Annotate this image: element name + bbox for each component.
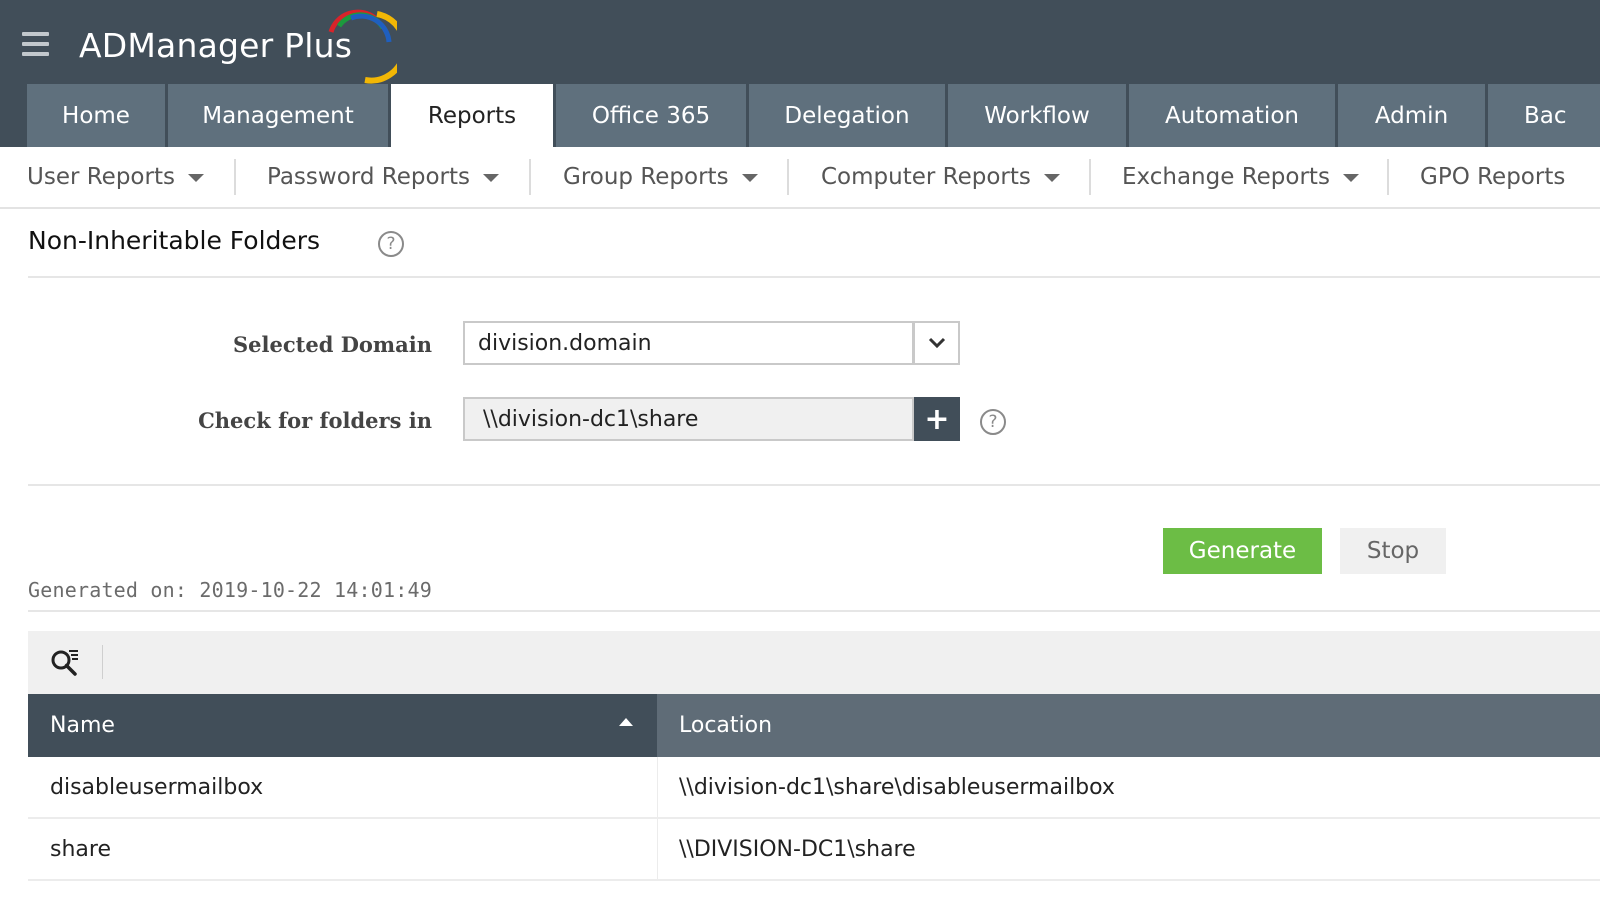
app-name: ADManager Plus (79, 26, 353, 65)
report-divider (28, 610, 1600, 612)
subnav-label: Computer Reports (821, 164, 1031, 190)
table-row[interactable]: disableusermailbox \\division-dc1\share\… (28, 757, 1600, 819)
tab-automation[interactable]: Automation (1129, 84, 1335, 147)
title-divider (28, 276, 1600, 278)
report-category-nav: User Reports Password Reports Group Repo… (0, 147, 1600, 209)
caret-down-icon (1342, 174, 1359, 182)
caret-down-icon (187, 174, 204, 182)
cell-name: share (50, 836, 111, 862)
column-label: Name (50, 713, 115, 738)
folder-path-input[interactable]: \\division-dc1\share (463, 397, 914, 441)
table-toolbar (28, 631, 1600, 694)
tab-backup[interactable]: Bac (1488, 84, 1600, 147)
subnav-label: Password Reports (267, 164, 470, 190)
divider (234, 159, 236, 195)
main-tab-bar: Home Management Reports Office 365 Deleg… (27, 84, 1600, 147)
caret-down-icon (741, 174, 758, 182)
search-filter-icon[interactable] (50, 648, 80, 678)
top-header: ADManager Plus Home Management Reports O… (0, 0, 1600, 147)
cell-location: \\DIVISION-DC1\share (679, 836, 916, 862)
domain-select[interactable]: division.domain (463, 321, 914, 365)
subnav-group-reports[interactable]: Group Reports (563, 147, 758, 207)
cell-location: \\division-dc1\share\disableusermailbox (679, 774, 1115, 800)
caret-down-icon (482, 174, 499, 182)
table-row[interactable]: share \\DIVISION-DC1\share (28, 819, 1600, 881)
generated-on-timestamp: Generated on: 2019-10-22 14:01:49 (28, 578, 432, 602)
help-icon[interactable]: ? (378, 231, 404, 257)
cell-name: disableusermailbox (50, 774, 264, 800)
subnav-password-reports[interactable]: Password Reports (267, 147, 499, 207)
subnav-label: User Reports (27, 164, 175, 190)
stop-button[interactable]: Stop (1340, 528, 1446, 574)
column-header-location[interactable]: Location (657, 694, 1600, 757)
subnav-exchange-reports[interactable]: Exchange Reports (1122, 147, 1359, 207)
tab-home[interactable]: Home (27, 84, 165, 147)
divider (1089, 159, 1091, 195)
tab-office-365[interactable]: Office 365 (556, 84, 746, 147)
subnav-computer-reports[interactable]: Computer Reports (821, 147, 1060, 207)
logo-arc-icon (328, 9, 397, 84)
divider (529, 159, 531, 195)
divider (787, 159, 789, 195)
tab-delegation[interactable]: Delegation (749, 84, 945, 147)
tab-management[interactable]: Management (168, 84, 388, 147)
check-folders-label: Check for folders in (198, 408, 432, 433)
column-header-name[interactable]: Name (28, 694, 657, 757)
caret-down-icon (1043, 174, 1060, 182)
hamburger-menu-icon[interactable] (22, 32, 49, 56)
column-divider (657, 757, 658, 819)
subnav-gpo-reports[interactable]: GPO Reports (1420, 147, 1565, 207)
add-folder-button[interactable]: + (914, 397, 960, 441)
toolbar-divider (102, 645, 103, 679)
chevron-down-icon[interactable] (914, 321, 960, 365)
subnav-label: Exchange Reports (1122, 164, 1330, 190)
folder-help-icon[interactable]: ? (980, 409, 1006, 435)
tab-admin[interactable]: Admin (1338, 84, 1485, 147)
subnav-label: Group Reports (563, 164, 729, 190)
tab-workflow[interactable]: Workflow (948, 84, 1126, 147)
column-label: Location (679, 713, 773, 738)
tab-reports[interactable]: Reports (391, 84, 553, 147)
selected-domain-label: Selected Domain (233, 332, 432, 357)
divider (1387, 159, 1389, 195)
form-divider (28, 484, 1600, 486)
column-divider (657, 819, 658, 881)
sort-ascending-icon (619, 718, 633, 726)
subnav-user-reports[interactable]: User Reports (27, 147, 204, 207)
page-title: Non-Inheritable Folders (28, 226, 321, 255)
subnav-label: GPO Reports (1420, 164, 1566, 190)
generate-button[interactable]: Generate (1163, 528, 1322, 574)
